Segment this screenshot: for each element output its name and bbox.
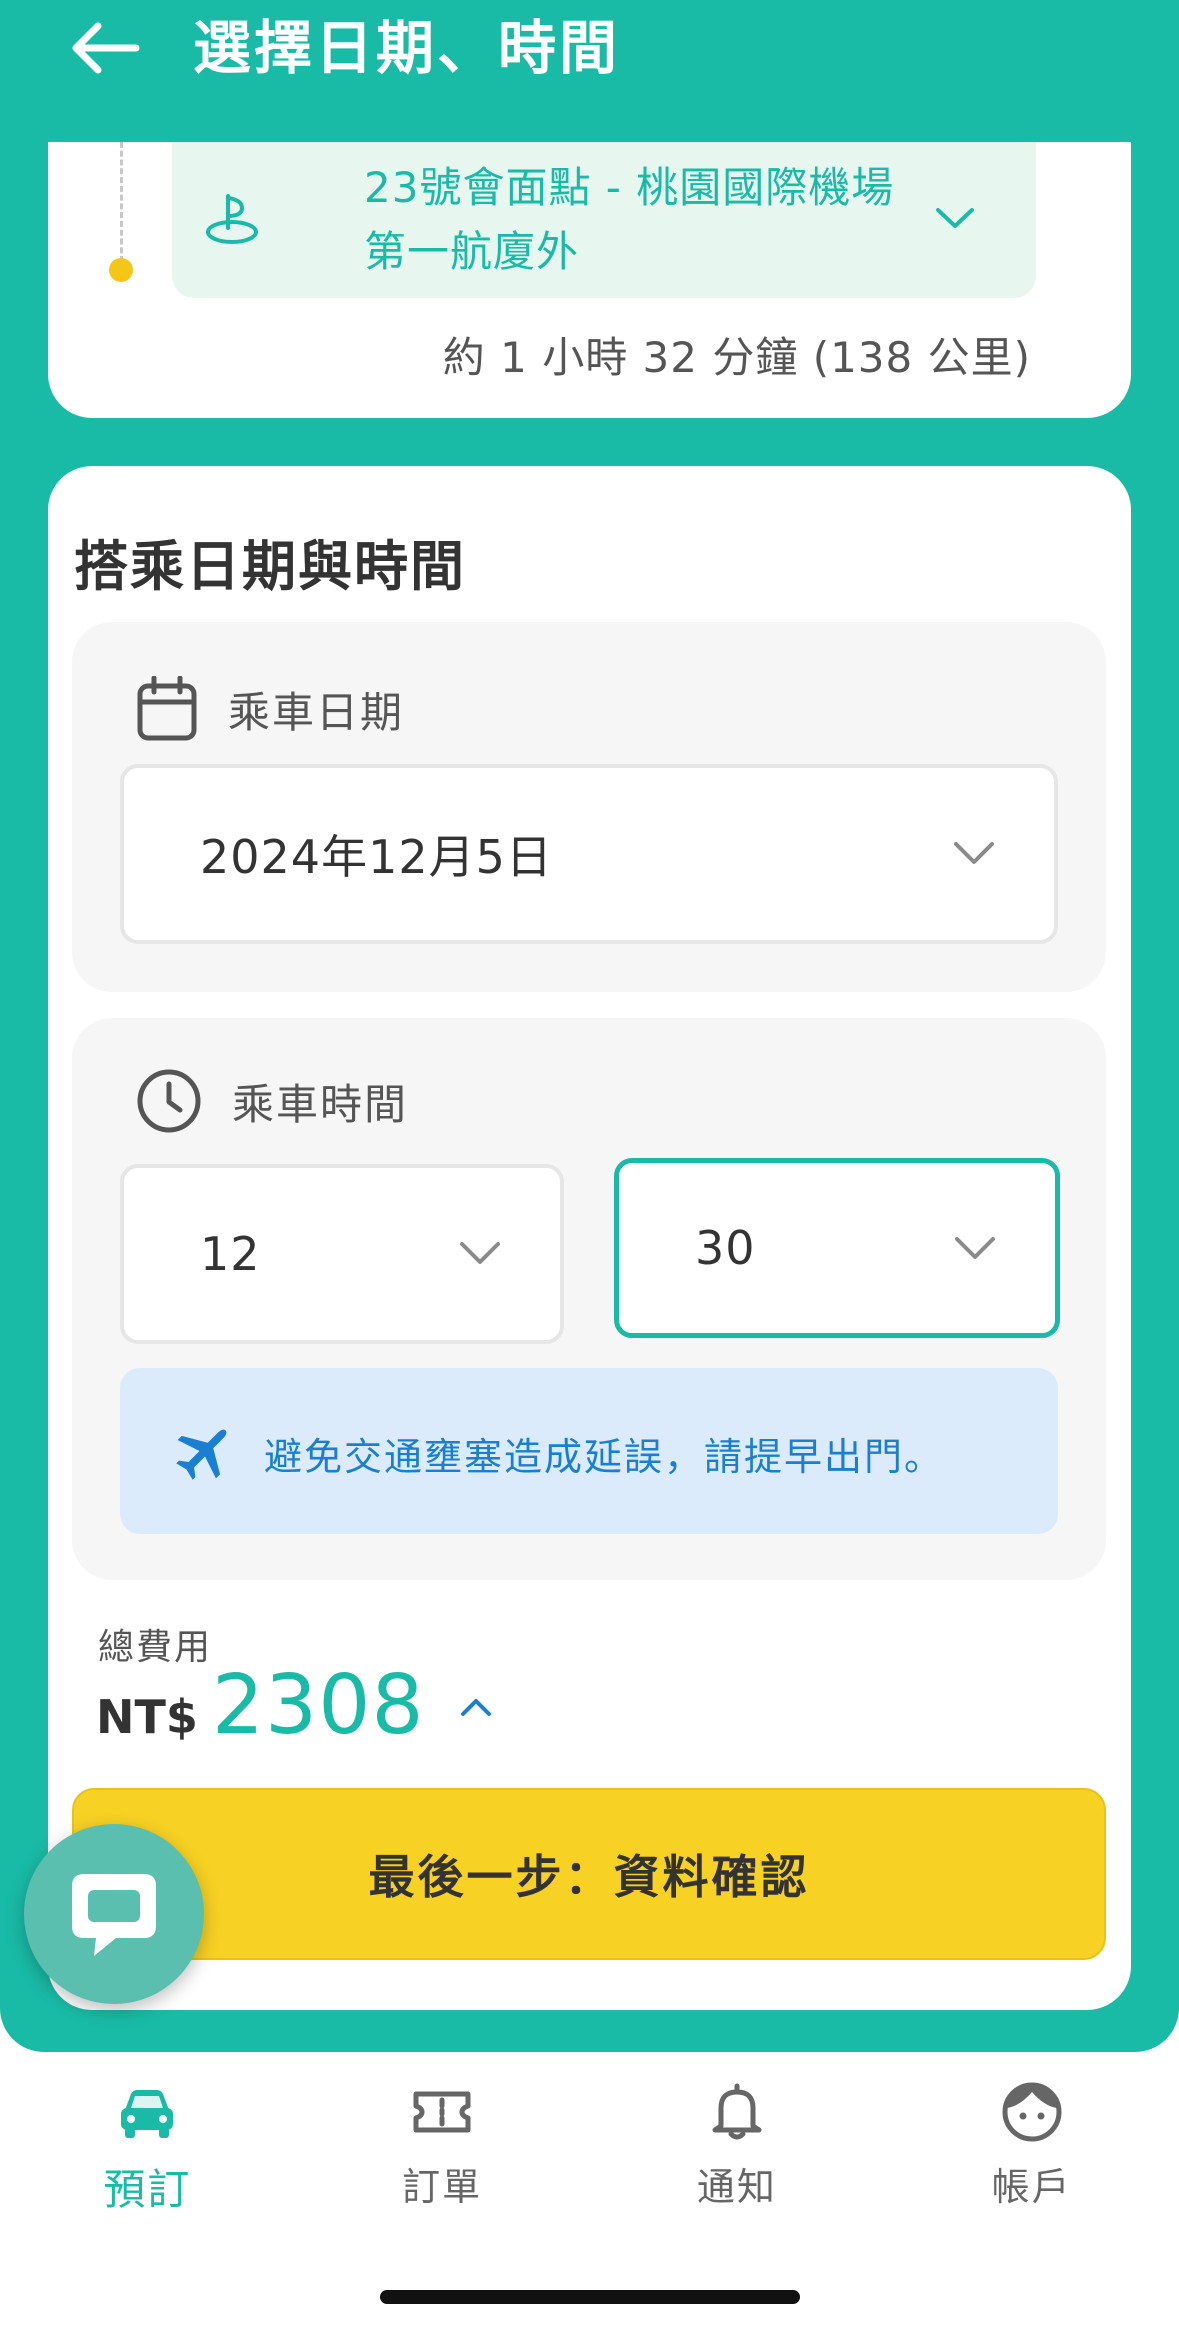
chevron-down-icon	[460, 1242, 500, 1264]
chevron-down-icon	[955, 1237, 995, 1259]
back-button[interactable]	[62, 12, 146, 84]
booking-card: 搭乘日期與時間 乘車日期 2024年12月5日 乘車時間 12 30 避免交通壅…	[48, 466, 1131, 2010]
ticket-icon	[413, 2091, 471, 2133]
minute-value: 30	[695, 1221, 756, 1275]
nav-item-account[interactable]: 帳戶	[884, 2060, 1179, 2260]
meeting-point-icon	[206, 194, 258, 244]
nav-item-booking[interactable]: 預訂	[0, 2060, 295, 2260]
time-label-row: 乘車時間	[136, 1068, 408, 1134]
nav-label: 帳戶	[991, 2165, 1072, 2209]
chevron-up-icon[interactable]	[459, 1696, 493, 1718]
chevron-down-icon	[936, 208, 974, 228]
app-header: 選擇日期、時間	[0, 0, 1179, 142]
app-root: 選擇日期、時間 23號會面點 - 桃園國際機場第一航廈外 約 1 小時 32 分…	[0, 0, 1179, 2330]
home-indicator	[380, 2290, 800, 2304]
date-label-row: 乘車日期	[136, 676, 404, 742]
arrow-left-icon	[72, 22, 140, 74]
bottom-nav: 預訂 訂單 通知 帳戶	[0, 2060, 1179, 2260]
traffic-notice: 避免交通壅塞造成延誤，請提早出門。	[120, 1368, 1058, 1534]
page-title: 選擇日期、時間	[193, 14, 621, 82]
time-panel: 乘車時間 12 30 避免交通壅塞造成延誤，請提早出門。	[72, 1018, 1106, 1580]
airplane-icon	[176, 1429, 227, 1480]
minute-select[interactable]: 30	[614, 1158, 1060, 1338]
date-label: 乘車日期	[228, 687, 405, 737]
calendar-icon	[137, 676, 197, 741]
date-select[interactable]: 2024年12月5日	[120, 764, 1058, 944]
route-card: 23號會面點 - 桃園國際機場第一航廈外 約 1 小時 32 分鐘 (138 公…	[48, 142, 1131, 418]
route-end-marker	[109, 258, 133, 282]
nav-item-orders[interactable]: 訂單	[295, 2060, 590, 2260]
confirm-button-label: 最後一步：資料確認	[368, 1850, 810, 1904]
time-label: 乘車時間	[232, 1079, 409, 1129]
notice-text: 避免交通壅塞造成延誤，請提早出門。	[264, 1435, 945, 1479]
destination-selector[interactable]: 23號會面點 - 桃園國際機場第一航廈外	[172, 142, 1036, 298]
nav-item-notifications[interactable]: 通知	[590, 2060, 885, 2260]
car-icon	[121, 2090, 174, 2138]
route-eta: 約 1 小時 32 分鐘 (138 公里)	[442, 333, 1031, 382]
confirm-button[interactable]: 最後一步：資料確認	[72, 1788, 1106, 1960]
chat-button[interactable]	[24, 1824, 204, 2004]
hour-select[interactable]: 12	[120, 1164, 564, 1344]
nav-label: 預訂	[103, 2165, 192, 2214]
route-timeline	[120, 142, 123, 262]
face-icon	[1002, 2082, 1062, 2142]
fee-currency: NT$	[96, 1690, 198, 1744]
nav-label: 通知	[696, 2165, 777, 2209]
bell-icon	[712, 2083, 762, 2140]
destination-text: 23號會面點 - 桃園國際機場第一航廈外	[364, 163, 895, 276]
date-value: 2024年12月5日	[200, 830, 553, 884]
fee-amount: 2308	[211, 1658, 425, 1753]
hour-value: 12	[200, 1227, 261, 1281]
chevron-down-icon	[954, 842, 994, 864]
nav-label: 訂單	[402, 2165, 483, 2209]
date-panel: 乘車日期 2024年12月5日	[72, 622, 1106, 992]
chat-bubble-icon	[72, 1874, 156, 1956]
section-title: 搭乘日期與時間	[74, 535, 466, 598]
clock-icon	[137, 1069, 201, 1133]
fee-summary[interactable]: NT$ 2308	[96, 1658, 493, 1753]
